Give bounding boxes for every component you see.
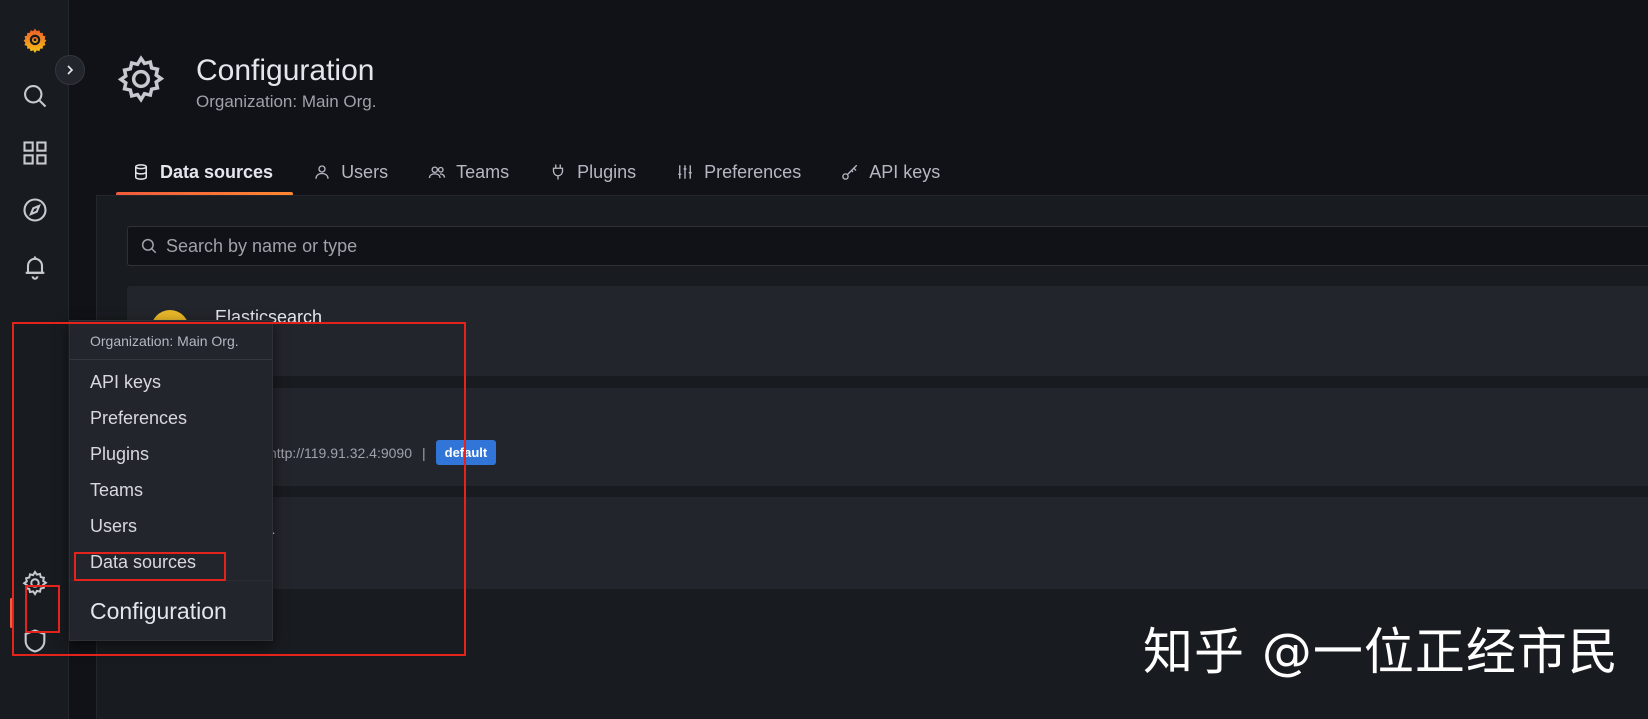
search-box[interactable]	[127, 226, 1648, 266]
separator: |	[421, 444, 426, 461]
user-icon	[315, 165, 329, 179]
server-admin-shield-icon[interactable]	[16, 622, 54, 660]
menu-title-configuration[interactable]: Configuration	[70, 580, 272, 640]
search-icon	[141, 238, 157, 254]
database-icon	[135, 164, 147, 180]
tab-plugins[interactable]: Plugins	[529, 152, 656, 192]
search-icon[interactable]	[16, 77, 54, 115]
page-title: Configuration	[196, 54, 375, 87]
configuration-gear-icon[interactable]	[16, 564, 54, 602]
tab-label: API keys	[869, 161, 941, 182]
menu-item-users[interactable]: Users	[70, 508, 272, 544]
menu-item-plugins[interactable]: Plugins	[70, 436, 272, 472]
tab-label: Preferences	[704, 161, 802, 182]
tab-data-sources[interactable]: Data sources	[116, 152, 294, 196]
tab-label: Users	[341, 161, 389, 182]
menu-item-api-keys[interactable]: API keys	[70, 364, 272, 400]
tab-label: Plugins	[577, 161, 637, 182]
default-badge: default	[435, 440, 497, 465]
menu-item-data-sources[interactable]: Data sources	[70, 544, 272, 580]
menu-org-label: Organization: Main Org.	[70, 321, 272, 360]
dashboards-icon[interactable]	[16, 134, 54, 172]
tab-preferences[interactable]: Preferences	[656, 152, 821, 192]
tab-label: Data sources	[160, 161, 274, 182]
search-input[interactable]	[166, 235, 1599, 257]
explore-icon[interactable]	[16, 191, 54, 229]
menu-item-teams[interactable]: Teams	[70, 472, 272, 508]
tab-api-keys[interactable]: API keys	[821, 152, 960, 192]
active-indicator	[10, 598, 13, 628]
tab-bar: Data sources Users Teams Plugins Prefere…	[116, 152, 960, 196]
configuration-gear-icon	[117, 55, 165, 103]
datasource-url: http://119.91.32.4:9090	[269, 444, 412, 461]
chevron-right-icon	[67, 65, 74, 75]
users-icon	[428, 166, 446, 179]
datasource-card-elasticsearch[interactable]: Elasticsearch search	[127, 286, 1648, 376]
key-icon	[842, 164, 858, 180]
tab-teams[interactable]: Teams	[408, 152, 529, 192]
side-navigation	[0, 0, 69, 719]
alerting-bell-icon[interactable]	[16, 248, 54, 286]
datasource-card-prometheus-1[interactable]: theus-1 heus	[127, 497, 1648, 589]
plug-icon	[552, 164, 564, 180]
watermark-text: 知乎 @一位正经市民	[1143, 623, 1619, 681]
menu-item-preferences[interactable]: Preferences	[70, 400, 272, 436]
page-subtitle: Organization: Main Org.	[196, 92, 377, 111]
expand-sidebar-button[interactable]	[55, 55, 85, 85]
tab-users[interactable]: Users	[293, 152, 408, 192]
tab-label: Teams	[456, 161, 510, 182]
grafana-logo-icon[interactable]	[16, 20, 54, 58]
configuration-menu: Organization: Main Org. API keys Prefere…	[69, 320, 273, 641]
datasource-card-prometheus[interactable]: theus heus | http://119.91.32.4:9090 | d…	[127, 388, 1648, 486]
sliders-icon	[678, 165, 692, 179]
